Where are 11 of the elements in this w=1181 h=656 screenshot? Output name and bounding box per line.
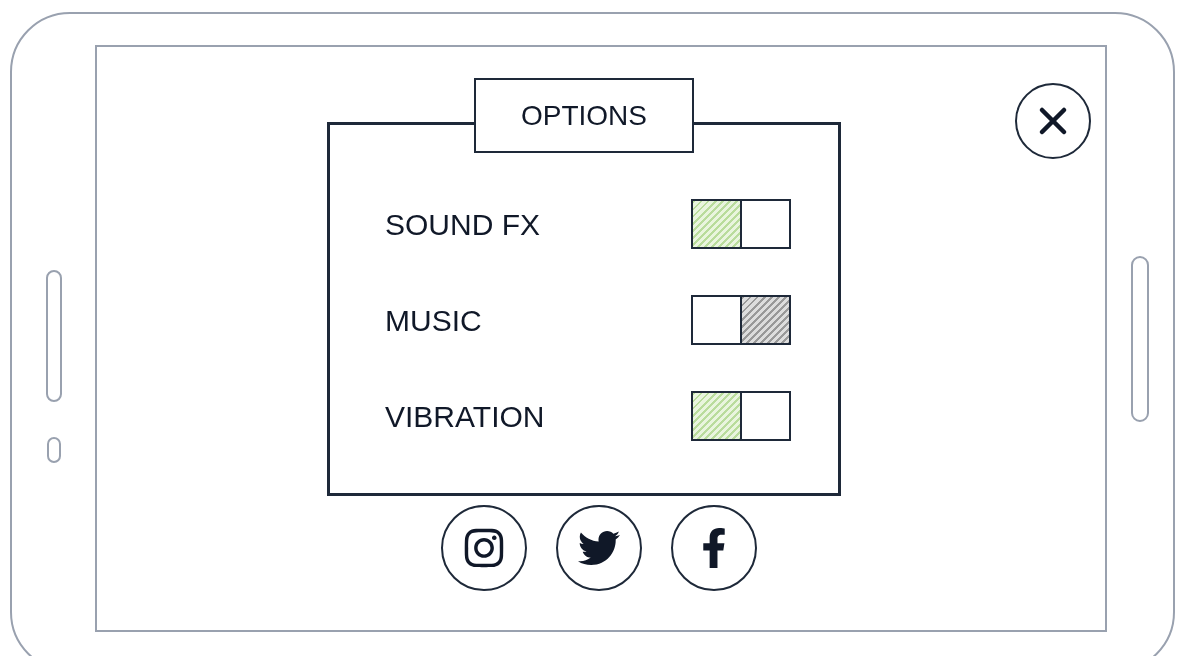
toggle-switch[interactable]	[691, 391, 791, 441]
setting-label: VIBRATION	[385, 398, 545, 435]
social-button[interactable]	[441, 505, 527, 591]
social-button[interactable]	[671, 505, 757, 591]
camera-icon	[462, 526, 506, 570]
toggle-switch[interactable]	[691, 295, 791, 345]
social-button[interactable]	[556, 505, 642, 591]
options-title: OPTIONS	[474, 78, 694, 153]
toggle-switch[interactable]	[691, 199, 791, 249]
setting-label: SOUND FX	[385, 206, 540, 243]
setting-label: MUSIC	[385, 302, 482, 339]
